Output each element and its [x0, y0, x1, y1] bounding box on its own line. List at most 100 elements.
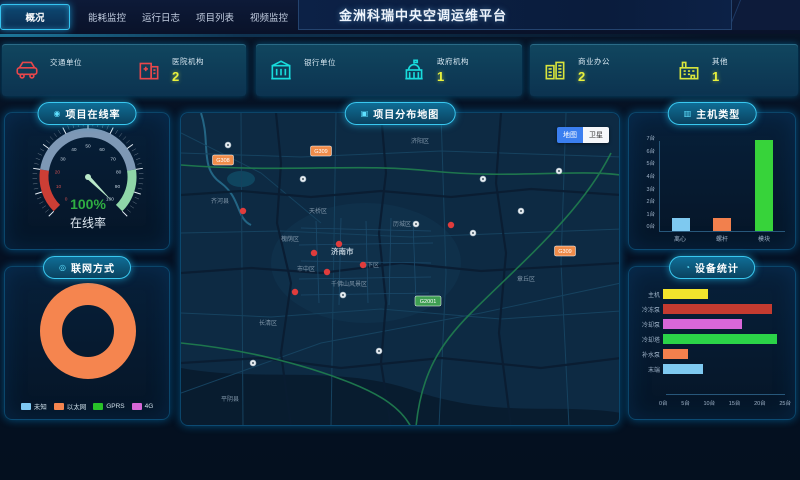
stat-count: 1 — [437, 69, 469, 84]
stat-label: 商业办公 — [578, 56, 610, 67]
project-marker[interactable] — [311, 250, 317, 256]
stat-other[interactable]: 其他 1 — [664, 56, 798, 84]
project-marker[interactable] — [324, 269, 330, 275]
tab-video-monitor[interactable]: 视频监控 — [250, 4, 288, 30]
x-tick: 15台 — [729, 399, 741, 407]
project-marker[interactable] — [336, 241, 342, 247]
donut-ring-ethernet — [51, 294, 125, 368]
row-bar — [663, 289, 708, 299]
tab-energy-monitor[interactable]: 能耗监控 — [88, 4, 126, 30]
panel-device-stats: ◔ 设备统计 主机冷冻泵冷却泵冷却塔补水泵末端 0台5台10台15台20台25台 — [628, 266, 796, 420]
host-chart-y-axis: 7台6台5台4台3台2台1台0台 — [633, 137, 655, 231]
legend-item-GPRS[interactable]: GPRS — [93, 401, 124, 411]
header-decoration — [728, 0, 800, 30]
bar-模块 — [755, 140, 773, 231]
tab-project-list[interactable]: 项目列表 — [196, 4, 234, 30]
device-row-主机: 主机 — [637, 289, 785, 299]
map-icon: ▣ — [361, 110, 369, 118]
x-tick: 10台 — [703, 399, 715, 407]
device-row-冷却塔: 冷却塔 — [637, 334, 785, 344]
svg-text:20: 20 — [55, 170, 61, 176]
stat-label: 医院机构 — [172, 56, 204, 67]
gauge-zone-steel — [45, 133, 132, 170]
panel-network-title: 联网方式 — [71, 260, 115, 275]
satellite-mode-button[interactable]: 卫星 — [583, 127, 609, 143]
svg-text:G2001: G2001 — [420, 299, 437, 305]
row-bar — [663, 304, 772, 314]
project-marker[interactable] — [292, 289, 298, 295]
tab-run-log[interactable]: 运行日志 — [142, 4, 180, 30]
stat-hospital[interactable]: 医院机构 2 — [124, 56, 246, 84]
row-label: 主机 — [637, 290, 663, 299]
legend-swatch — [132, 403, 142, 410]
stat-count: 1 — [712, 69, 728, 84]
stat-traffic[interactable]: 交通单位 — [2, 57, 124, 84]
dashboard: 概况能耗监控运行日志项目列表视频监控 金洲科瑞中央空调运维平台 交通单位医院机构… — [0, 0, 800, 480]
host-chart-x-axis: 离心螺杆模块 — [659, 234, 785, 243]
project-marker[interactable] — [448, 222, 454, 228]
row-label: 冷冻泵 — [637, 305, 663, 314]
compass-icon: ◔ — [685, 264, 690, 272]
device-chart-axis-line — [666, 394, 785, 395]
stat-card-0: 交通单位 医院机构 2 — [2, 44, 246, 96]
row-bar — [663, 349, 688, 359]
host-chart-plot — [659, 141, 785, 232]
stat-bank[interactable]: 银行单位 — [256, 57, 389, 84]
gauge-value: 100% — [70, 196, 106, 212]
panel-host-header: ▥ 主机类型 — [668, 102, 757, 125]
panel-network-type: ◎ 联网方式 未知以太网GPRS4G — [4, 266, 170, 420]
globe-icon: ◎ — [59, 264, 66, 272]
stat-label: 其他 — [712, 56, 728, 67]
panel-host-type: ▥ 主机类型 7台6台5台4台3台2台1台0台 离心螺杆模块 — [628, 112, 796, 250]
stat-label: 银行单位 — [304, 57, 336, 68]
y-tick: 1台 — [633, 213, 655, 219]
y-tick: 4台 — [633, 175, 655, 181]
legend-swatch — [93, 403, 103, 410]
row-label: 补水泵 — [637, 350, 663, 359]
stat-count: 2 — [172, 69, 204, 84]
device-row-末端: 末端 — [637, 364, 785, 374]
place-label: 济阳区 — [411, 137, 429, 145]
y-tick: 2台 — [633, 200, 655, 206]
place-label: 历城区 — [393, 221, 411, 228]
legend-item-未知[interactable]: 未知 — [21, 401, 47, 411]
tab-overview[interactable]: 概况 — [0, 4, 70, 30]
legend-item-4G[interactable]: 4G — [132, 401, 154, 411]
panel-project-map: ▣ 项目分布地图 — [180, 112, 620, 426]
place-label: 齐河县 — [211, 197, 229, 205]
stat-count — [50, 70, 82, 84]
government-icon — [401, 57, 427, 83]
stat-office[interactable]: 商业办公2 — [530, 56, 664, 84]
map-type-control: 地图卫星 — [557, 127, 609, 143]
gauge-hub — [85, 174, 91, 180]
project-marker[interactable] — [360, 262, 366, 268]
panel-map-header: ▣ 项目分布地图 — [345, 102, 456, 125]
x-tick: 5台 — [681, 399, 690, 407]
title-box: 金洲科瑞中央空调运维平台 — [298, 0, 732, 30]
stat-government[interactable]: 政府机构 1 — [389, 56, 522, 84]
link-icon: ◉ — [54, 110, 61, 118]
place-label: 市中区 — [297, 265, 315, 273]
panel-online-rate-title: 项目在线率 — [65, 106, 120, 121]
row-label: 冷却塔 — [637, 335, 663, 344]
stat-card-2: 商业办公2 其他 1 — [530, 44, 798, 96]
svg-text:30: 30 — [60, 156, 66, 162]
svg-text:40: 40 — [71, 147, 77, 153]
row-bar — [663, 364, 703, 374]
stat-label: 政府机构 — [437, 56, 469, 67]
bank-icon — [268, 57, 294, 83]
map-mode-button[interactable]: 地图 — [557, 127, 583, 143]
svg-text:G308: G308 — [216, 158, 229, 164]
map-canvas[interactable]: G308G309G309G2001 齐河县济阳区天桥区历城区槐荫区济南市历下区市… — [181, 113, 619, 425]
network-legend: 未知以太网 GPRS 4G — [5, 401, 169, 411]
row-label: 末端 — [637, 365, 663, 374]
project-marker[interactable] — [240, 208, 246, 214]
svg-text:10: 10 — [56, 184, 62, 190]
legend-item-以太网[interactable]: 以太网 — [54, 401, 87, 411]
bar-离心 — [672, 218, 690, 231]
place-label: 长清区 — [259, 319, 277, 327]
svg-text:90: 90 — [115, 184, 121, 190]
svg-text:60: 60 — [99, 147, 105, 153]
gauge-label: 在线率 — [70, 215, 106, 230]
svg-text:G309: G309 — [314, 149, 327, 155]
